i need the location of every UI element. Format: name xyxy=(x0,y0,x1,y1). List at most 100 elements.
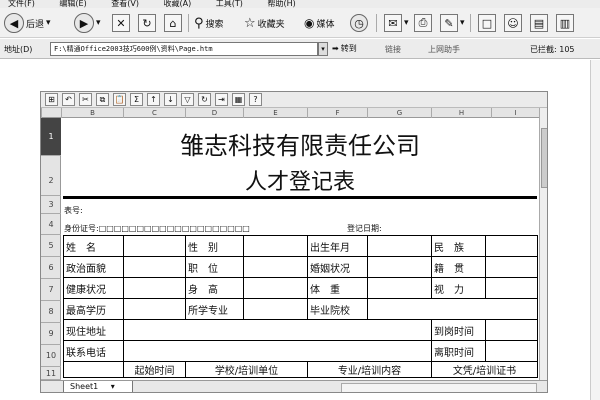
cut-icon[interactable]: ✂ xyxy=(79,93,92,106)
table-cell[interactable] xyxy=(123,256,186,278)
table-cell[interactable] xyxy=(243,235,308,257)
table-cell[interactable] xyxy=(367,277,432,299)
column-header[interactable]: F xyxy=(307,108,367,118)
table-cell[interactable]: 所学专业 xyxy=(185,298,244,320)
table-cell[interactable]: 联系电话 xyxy=(63,340,124,362)
row-header[interactable]: 2 xyxy=(41,156,61,196)
menu-file[interactable]: 文件(F) xyxy=(8,0,35,8)
search-button[interactable]: ⚲ 搜索 xyxy=(194,13,224,33)
forward-button[interactable]: ▶ ▾ xyxy=(74,13,101,33)
table-cell[interactable] xyxy=(243,277,308,299)
address-dropdown-icon[interactable]: ▾ xyxy=(318,42,328,56)
table-cell[interactable] xyxy=(367,235,432,257)
messenger-button[interactable]: ☺ xyxy=(504,13,522,33)
filter-icon[interactable]: ▽ xyxy=(181,93,194,106)
table-cell[interactable]: 婚姻状况 xyxy=(307,256,368,278)
column-header[interactable]: I xyxy=(491,108,539,118)
sheet-vertical-scrollbar[interactable] xyxy=(539,108,547,380)
back-button[interactable]: ◀ 后退 ▾ xyxy=(4,13,51,33)
menu-favorites[interactable]: 收藏(A) xyxy=(164,0,192,8)
column-header[interactable]: G xyxy=(367,108,431,118)
refresh-button[interactable]: ↻ xyxy=(138,13,156,33)
sort-ascending-icon[interactable]: ↑ xyxy=(147,93,160,106)
row-header[interactable]: 9 xyxy=(41,323,61,345)
table-cell[interactable]: 民 族 xyxy=(431,235,486,257)
menu-view[interactable]: 查看(V) xyxy=(111,0,139,8)
scrollbar-thumb[interactable] xyxy=(541,128,547,188)
row-header[interactable]: 4 xyxy=(41,214,61,235)
stop-button[interactable]: ✕ xyxy=(112,13,130,33)
table-cell[interactable] xyxy=(123,298,186,320)
table-cell[interactable]: 视 力 xyxy=(431,277,486,299)
table-cell[interactable]: 文凭/培训证书 xyxy=(431,361,538,378)
refresh-icon[interactable]: ↻ xyxy=(198,93,211,106)
select-all-corner[interactable] xyxy=(41,108,61,118)
menu-help[interactable]: 帮助(H) xyxy=(267,0,295,8)
sheet-horizontal-scrollbar[interactable] xyxy=(341,383,537,392)
table-cell[interactable] xyxy=(63,361,124,378)
paste-icon[interactable]: 📋 xyxy=(113,93,126,106)
table-cell[interactable] xyxy=(485,256,538,278)
go-button[interactable]: ➡ 转到 xyxy=(332,43,357,54)
table-cell[interactable]: 到岗时间 xyxy=(431,319,486,341)
address-input[interactable]: F:\精通Office2003技巧600例\资料\Page.htm xyxy=(50,42,318,56)
row-header[interactable]: 1 xyxy=(41,118,61,156)
row-header[interactable]: 6 xyxy=(41,257,61,279)
table-cell[interactable] xyxy=(485,319,538,341)
sheet-tab[interactable]: Sheet1 ▾ xyxy=(63,381,133,392)
table-cell[interactable]: 毕业院校 xyxy=(307,298,368,320)
column-header[interactable]: C xyxy=(123,108,185,118)
table-cell[interactable]: 起始时间 xyxy=(123,361,186,378)
browser-scrollbar[interactable] xyxy=(590,60,600,400)
column-header[interactable]: H xyxy=(431,108,491,118)
row-header[interactable]: 3 xyxy=(41,196,61,214)
export-icon[interactable]: ⇥ xyxy=(215,93,228,106)
table-cell[interactable] xyxy=(367,298,538,320)
table-cell[interactable] xyxy=(485,340,538,362)
sort-descending-icon[interactable]: ↓ xyxy=(164,93,177,106)
table-cell[interactable] xyxy=(243,298,308,320)
links-button[interactable]: 链接 xyxy=(385,44,401,55)
favorites-button[interactable]: ☆ 收藏夹 xyxy=(244,13,285,33)
table-cell[interactable]: 最高学历 xyxy=(63,298,124,320)
table-cell[interactable]: 离职时间 xyxy=(431,340,486,362)
table-cell[interactable]: 籍 贯 xyxy=(431,256,486,278)
autosum-icon[interactable]: Σ xyxy=(130,93,143,106)
undo-icon[interactable]: ↶ xyxy=(62,93,75,106)
help-icon[interactable]: ? xyxy=(249,93,262,106)
popup-blocked-count[interactable]: 已拦截: 105 xyxy=(530,44,575,55)
table-cell[interactable]: 体 重 xyxy=(307,277,368,299)
table-cell[interactable] xyxy=(123,235,186,257)
table-cell[interactable]: 职 位 xyxy=(185,256,244,278)
table-cell[interactable] xyxy=(123,319,432,341)
menu-tools[interactable]: 工具(T) xyxy=(216,0,243,8)
row-header[interactable]: 11 xyxy=(41,367,61,380)
print-button[interactable]: ⎙ xyxy=(414,13,432,33)
row-header[interactable]: 8 xyxy=(41,301,61,323)
history-button[interactable]: ◷ xyxy=(350,13,368,33)
table-cell[interactable] xyxy=(123,340,432,362)
helper-button[interactable]: 上网助手 xyxy=(428,44,460,55)
commands-icon[interactable]: ▦ xyxy=(232,93,245,106)
copy-icon[interactable]: ⧉ xyxy=(96,93,109,106)
row-header[interactable]: 7 xyxy=(41,279,61,301)
home-button[interactable]: ⌂ xyxy=(164,13,182,33)
table-cell[interactable]: 出生年月 xyxy=(307,235,368,257)
column-header[interactable]: E xyxy=(243,108,307,118)
table-cell[interactable]: 身 高 xyxy=(185,277,244,299)
table-cell[interactable] xyxy=(485,235,538,257)
table-cell[interactable]: 姓 名 xyxy=(63,235,124,257)
row-header[interactable]: 10 xyxy=(41,345,61,367)
table-cell[interactable]: 政治面貌 xyxy=(63,256,124,278)
column-header[interactable]: B xyxy=(61,108,123,118)
table-cell[interactable]: 学校/培训单位 xyxy=(185,361,308,378)
sheet-area[interactable]: 雏志科技有限责任公司 人才登记表 表号: 身份证号:□□□□□□□□□□□□□□… xyxy=(61,118,539,380)
table-cell[interactable] xyxy=(123,277,186,299)
translate-button[interactable]: ▥ xyxy=(556,13,574,33)
research-button[interactable]: ▤ xyxy=(530,13,548,33)
table-cell[interactable] xyxy=(243,256,308,278)
table-cell[interactable]: 现住地址 xyxy=(63,319,124,341)
table-cell[interactable]: 性 别 xyxy=(185,235,244,257)
table-cell[interactable] xyxy=(367,256,432,278)
menu-edit[interactable]: 编辑(E) xyxy=(59,0,86,8)
